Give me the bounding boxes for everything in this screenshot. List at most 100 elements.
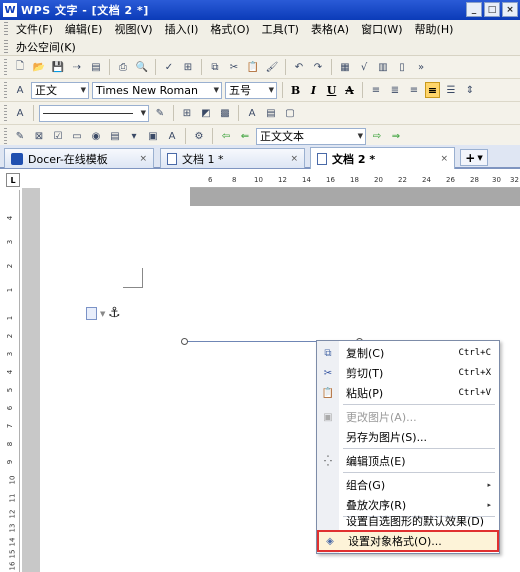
context-menu-format-object[interactable]: ◈ 设置对象格式(O)... — [317, 530, 499, 552]
spellcheck-icon[interactable]: ✓ — [161, 59, 177, 75]
toolbar-grip[interactable] — [4, 128, 7, 144]
redo-icon[interactable]: ↷ — [310, 59, 326, 75]
open-folder-icon[interactable]: 📂 — [31, 59, 47, 75]
label-control-icon[interactable]: A — [164, 128, 180, 144]
menu-format[interactable]: 格式(O) — [204, 21, 255, 37]
align-center-icon[interactable]: ≣ — [387, 82, 403, 98]
cut-toolbar-icon[interactable]: ✂ — [226, 59, 242, 75]
strikethrough-button[interactable]: A — [342, 82, 357, 98]
menu-window[interactable]: 窗口(W) — [355, 21, 408, 37]
line-spacing-icon[interactable]: ⇕ — [462, 82, 478, 98]
vertical-ruler[interactable]: 4 3 2 1 1 2 3 4 5 6 7 8 9 10 11 12 13 14… — [6, 190, 20, 572]
toolbar-more-icon[interactable]: » — [413, 59, 429, 75]
arrow-left-icon[interactable]: ⇦ — [218, 128, 234, 144]
ruler-label: 28 — [470, 176, 479, 184]
bold-button[interactable]: B — [288, 82, 303, 98]
styles-icon[interactable]: A — [12, 82, 28, 98]
combobox-control-icon[interactable]: ▾ — [126, 128, 142, 144]
toolbar-grip[interactable] — [4, 82, 7, 98]
formula-icon[interactable]: √ — [356, 59, 372, 75]
tab-stop-selector[interactable]: L — [6, 173, 20, 187]
radio-control-icon[interactable]: ◉ — [88, 128, 104, 144]
context-menu-cut[interactable]: ✂ 剪切(T) Ctrl+X — [317, 363, 499, 383]
fill-color-icon[interactable]: ◩ — [198, 105, 214, 121]
menu-insert[interactable]: 插入(I) — [159, 21, 205, 37]
tab-document-2[interactable]: 文档 2 * × — [310, 147, 455, 169]
horizontal-ruler[interactable]: 6 8 10 12 14 16 18 20 22 24 26 28 30 32 — [190, 172, 520, 188]
edit-form-icon[interactable]: ✎ — [12, 128, 28, 144]
paste-toolbar-icon[interactable]: 📋 — [245, 59, 261, 75]
button-control-icon[interactable]: ▣ — [145, 128, 161, 144]
font-size-select[interactable]: 五号 ▼ — [225, 81, 277, 99]
font-select[interactable]: Times New Roman ▼ — [92, 81, 222, 99]
chevron-down-icon[interactable]: ▼ — [100, 310, 105, 318]
menu-office-space[interactable]: 办公空间(K) — [10, 39, 82, 55]
align-right-icon[interactable]: ≡ — [406, 82, 422, 98]
context-menu-copy[interactable]: ⧉ 复制(C) Ctrl+C — [317, 343, 499, 363]
close-icon[interactable]: × — [440, 154, 448, 164]
listbox-control-icon[interactable]: ▤ — [107, 128, 123, 144]
toolbar-grip[interactable] — [4, 59, 7, 75]
menu-help[interactable]: 帮助(H) — [409, 21, 460, 37]
arrow-left-small-icon[interactable]: ⇐ — [237, 128, 253, 144]
pdf-icon[interactable]: ▤ — [88, 59, 104, 75]
style-select[interactable]: 正文 ▼ — [31, 81, 89, 99]
close-button[interactable]: × — [502, 2, 518, 17]
border-icon[interactable]: ⊞ — [179, 105, 195, 121]
menu-view[interactable]: 视图(V) — [108, 21, 158, 37]
layout-options-icon[interactable] — [86, 307, 97, 320]
minimize-button[interactable]: _ — [466, 2, 482, 17]
wps-app-icon[interactable]: W — [3, 3, 17, 17]
italic-button[interactable]: I — [306, 82, 321, 98]
properties-icon[interactable]: ⚙ — [191, 128, 207, 144]
line-style-select[interactable]: ▼ — [39, 104, 149, 122]
menu-file[interactable]: 文件(F) — [10, 21, 59, 37]
align-left-icon[interactable]: ≡ — [368, 82, 384, 98]
text-style-select[interactable]: 正文文本 ▼ — [256, 127, 366, 145]
underline-button[interactable]: U — [324, 82, 339, 98]
table-icon[interactable]: ▦ — [337, 59, 353, 75]
toolbar-grip[interactable] — [4, 105, 7, 121]
columns-icon[interactable]: ▯ — [394, 59, 410, 75]
print-icon[interactable]: ⎙ — [115, 59, 131, 75]
tab-document-1[interactable]: 文档 1 * × — [160, 148, 305, 168]
new-document-icon[interactable]: 🗋 — [12, 59, 28, 75]
context-menu-edit-points[interactable]: ⁛ 编辑顶点(E) — [317, 451, 499, 471]
shading-icon[interactable]: ▩ — [217, 105, 233, 121]
copy-toolbar-icon[interactable]: ⧉ — [207, 59, 223, 75]
chart-icon[interactable]: ▥ — [375, 59, 391, 75]
arrow-right-icon[interactable]: ⇨ — [369, 128, 385, 144]
design-mode-icon[interactable]: ⊠ — [31, 128, 47, 144]
menu-edit[interactable]: 编辑(E) — [59, 21, 109, 37]
close-icon[interactable]: × — [139, 154, 147, 164]
draw-text-icon[interactable]: A — [12, 105, 28, 121]
highlight-icon[interactable]: ▤ — [263, 105, 279, 121]
undo-icon[interactable]: ↶ — [291, 59, 307, 75]
line-color-icon[interactable]: ✎ — [152, 105, 168, 121]
context-menu-set-default-effect[interactable]: 设置自选图形的默认效果(D) — [317, 511, 499, 531]
context-menu-save-as-picture[interactable]: 另存为图片(S)... — [317, 427, 499, 447]
new-tab-button[interactable]: + ▼ — [460, 149, 488, 166]
line-start-handle[interactable] — [181, 338, 188, 345]
font-color-icon[interactable]: A — [244, 105, 260, 121]
textbox-control-icon[interactable]: ▭ — [69, 128, 85, 144]
menu-grip[interactable] — [4, 22, 8, 36]
tab-docer-templates[interactable]: Docer-在线模板 × — [4, 148, 154, 168]
context-menu-paste[interactable]: 📋 粘贴(P) Ctrl+V — [317, 383, 499, 403]
menu-tools[interactable]: 工具(T) — [256, 21, 305, 37]
word-count-icon[interactable]: ⊞ — [180, 59, 196, 75]
arrow-right-end-icon[interactable]: ⇒ — [388, 128, 404, 144]
export-icon[interactable]: ⇢ — [69, 59, 85, 75]
distributed-align-icon[interactable]: ☰ — [443, 82, 459, 98]
close-icon[interactable]: × — [290, 154, 298, 164]
save-icon[interactable]: 💾 — [50, 59, 66, 75]
maximize-button[interactable]: □ — [484, 2, 500, 17]
char-border-icon[interactable]: ▢ — [282, 105, 298, 121]
checkbox-control-icon[interactable]: ☑ — [50, 128, 66, 144]
context-menu-group[interactable]: 组合(G) ▸ — [317, 475, 499, 495]
menu-grip[interactable] — [4, 40, 8, 54]
print-preview-icon[interactable]: 🔍 — [134, 59, 150, 75]
align-justify-icon[interactable]: ≡ — [425, 82, 440, 98]
format-painter-icon[interactable]: 🖌 — [264, 59, 280, 75]
menu-table[interactable]: 表格(A) — [305, 21, 355, 37]
